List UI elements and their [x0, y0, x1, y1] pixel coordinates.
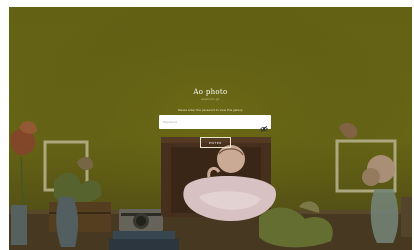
login-page: Ao photo aophoto.jp Please enter the pas…: [9, 7, 412, 250]
enter-button[interactable]: ENTER: [200, 137, 231, 148]
password-field-container: [159, 115, 271, 133]
eye-toggle-icon[interactable]: [260, 118, 268, 133]
site-title: Ao photo: [193, 88, 228, 96]
password-input[interactable]: [159, 115, 259, 129]
site-subtitle: aophoto.jp: [201, 98, 220, 101]
password-gate: Ao photo aophoto.jp Please enter the pas…: [9, 7, 412, 250]
password-instruction: Please enter the password to view this g…: [177, 108, 244, 112]
